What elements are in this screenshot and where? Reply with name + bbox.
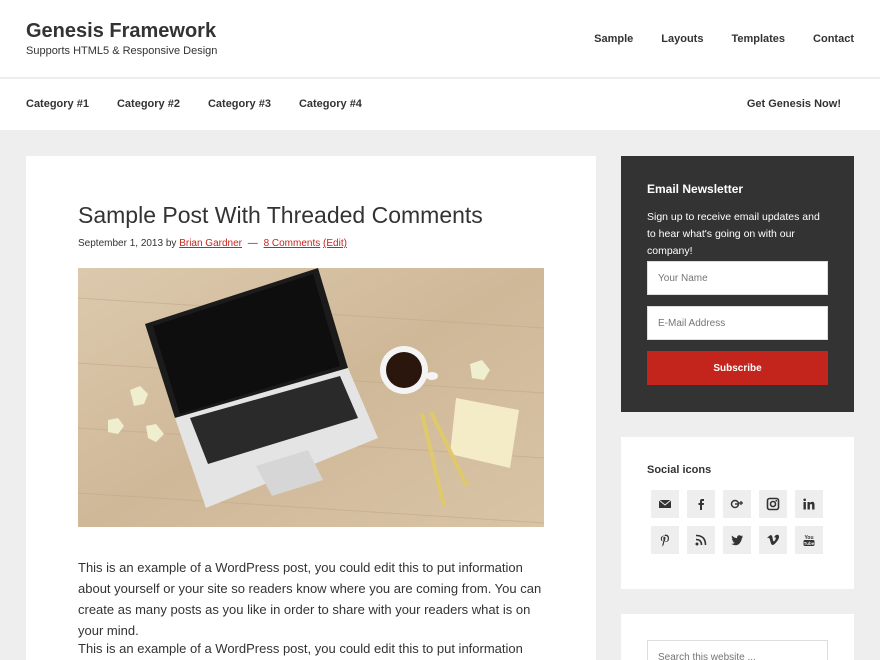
search-input[interactable] bbox=[647, 640, 828, 660]
post-featured-image bbox=[78, 268, 544, 527]
pinterest-icon[interactable] bbox=[651, 526, 679, 554]
post-paragraph: This is an example of a WordPress post, … bbox=[78, 641, 523, 656]
subscribe-button[interactable]: Subscribe bbox=[647, 351, 828, 385]
site-header: Genesis Framework Supports HTML5 & Respo… bbox=[0, 0, 880, 78]
category-item-2[interactable]: Category #2 bbox=[117, 98, 180, 110]
post-paragraph: This is an example of a WordPress post, … bbox=[78, 560, 542, 638]
site-title[interactable]: Genesis Framework bbox=[26, 20, 216, 43]
social-icons-grid: You Tube bbox=[651, 490, 831, 554]
site-description: Supports HTML5 & Responsive Design bbox=[26, 45, 218, 57]
youtube-icon[interactable]: You Tube bbox=[795, 526, 823, 554]
post-content: Sample Post With Threaded Comments Septe… bbox=[26, 156, 596, 660]
comments-link[interactable]: 8 Comments bbox=[264, 238, 321, 249]
header-nav: Sample Layouts Templates Contact bbox=[566, 33, 854, 45]
facebook-icon[interactable] bbox=[687, 490, 715, 518]
instagram-icon[interactable] bbox=[759, 490, 787, 518]
post-meta: September 1, 2013 by Brian Gardner — 8 C… bbox=[78, 238, 347, 249]
newsletter-widget: Email Newsletter Sign up to receive emai… bbox=[621, 156, 854, 412]
category-list: Category #1 Category #2 Category #3 Cate… bbox=[26, 98, 390, 110]
post-by: by bbox=[165, 238, 177, 249]
newsletter-name-input[interactable] bbox=[647, 261, 828, 295]
category-item-4[interactable]: Category #4 bbox=[299, 98, 362, 110]
category-nav: Category #1 Category #2 Category #3 Cate… bbox=[0, 79, 880, 130]
social-title: Social icons bbox=[647, 464, 712, 476]
nav-item-contact[interactable]: Contact bbox=[813, 33, 854, 45]
twitter-icon[interactable] bbox=[723, 526, 751, 554]
category-item-3[interactable]: Category #3 bbox=[208, 98, 271, 110]
newsletter-email-input[interactable] bbox=[647, 306, 828, 340]
post-title[interactable]: Sample Post With Threaded Comments bbox=[78, 202, 483, 229]
nav-item-sample[interactable]: Sample bbox=[594, 33, 633, 45]
get-genesis-link[interactable]: Get Genesis Now! bbox=[747, 98, 841, 110]
rss-icon[interactable] bbox=[687, 526, 715, 554]
svg-text:Tube: Tube bbox=[804, 541, 815, 546]
newsletter-title: Email Newsletter bbox=[647, 182, 744, 196]
nav-item-layouts[interactable]: Layouts bbox=[661, 33, 703, 45]
google-plus-icon[interactable] bbox=[723, 490, 751, 518]
search-widget bbox=[621, 614, 854, 660]
social-icons-widget: Social icons You Tube bbox=[621, 437, 854, 589]
vimeo-icon[interactable] bbox=[759, 526, 787, 554]
meta-separator: — bbox=[247, 238, 258, 249]
post-date: September 1, 2013 bbox=[78, 238, 164, 249]
email-icon[interactable] bbox=[651, 490, 679, 518]
nav-item-templates[interactable]: Templates bbox=[731, 33, 785, 45]
linkedin-icon[interactable] bbox=[795, 490, 823, 518]
edit-link[interactable]: (Edit) bbox=[323, 238, 347, 249]
newsletter-text: Sign up to receive email updates and to … bbox=[647, 211, 820, 257]
post-author-link[interactable]: Brian Gardner bbox=[179, 238, 242, 249]
category-item-1[interactable]: Category #1 bbox=[26, 98, 89, 110]
